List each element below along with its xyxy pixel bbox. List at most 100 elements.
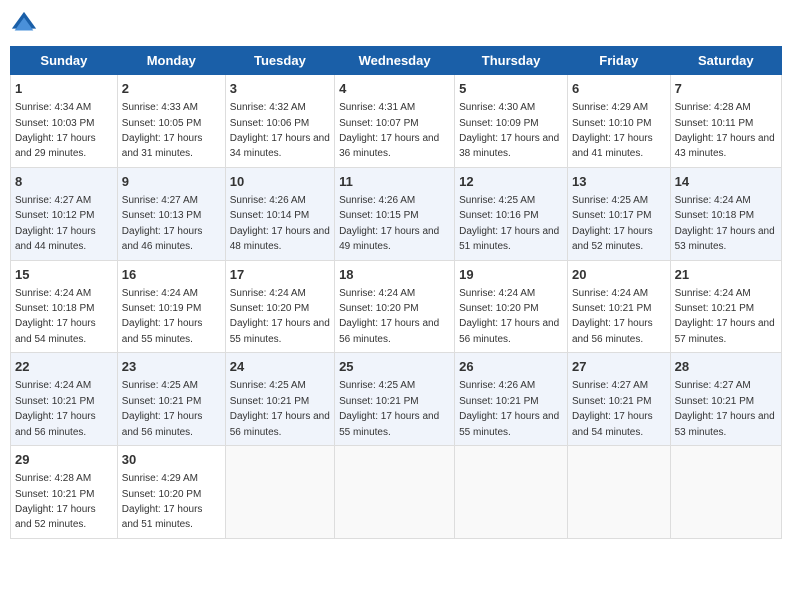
day-number: 12 bbox=[459, 173, 563, 191]
calendar-cell: 15 Sunrise: 4:24 AMSunset: 10:18 PMDayli… bbox=[11, 260, 118, 353]
day-info: Sunrise: 4:26 AMSunset: 10:14 PMDaylight… bbox=[230, 195, 330, 252]
day-info: Sunrise: 4:29 AMSunset: 10:10 PMDaylight… bbox=[572, 102, 653, 159]
calendar-cell: 11 Sunrise: 4:26 AMSunset: 10:15 PMDayli… bbox=[335, 167, 455, 260]
day-number: 8 bbox=[15, 173, 113, 191]
calendar-table: Sunday Monday Tuesday Wednesday Thursday… bbox=[10, 46, 782, 539]
calendar-cell: 5 Sunrise: 4:30 AMSunset: 10:09 PMDaylig… bbox=[455, 75, 568, 168]
col-monday: Monday bbox=[117, 47, 225, 75]
calendar-cell: 23 Sunrise: 4:25 AMSunset: 10:21 PMDayli… bbox=[117, 353, 225, 446]
day-info: Sunrise: 4:27 AMSunset: 10:21 PMDaylight… bbox=[572, 380, 653, 437]
day-number: 29 bbox=[15, 451, 113, 469]
calendar-cell: 4 Sunrise: 4:31 AMSunset: 10:07 PMDaylig… bbox=[335, 75, 455, 168]
day-number: 5 bbox=[459, 80, 563, 98]
calendar-cell: 19 Sunrise: 4:24 AMSunset: 10:20 PMDayli… bbox=[455, 260, 568, 353]
day-info: Sunrise: 4:28 AMSunset: 10:11 PMDaylight… bbox=[675, 102, 775, 159]
col-saturday: Saturday bbox=[670, 47, 781, 75]
day-number: 26 bbox=[459, 358, 563, 376]
day-info: Sunrise: 4:27 AMSunset: 10:13 PMDaylight… bbox=[122, 195, 203, 252]
day-number: 6 bbox=[572, 80, 666, 98]
day-info: Sunrise: 4:27 AMSunset: 10:21 PMDaylight… bbox=[675, 380, 775, 437]
day-info: Sunrise: 4:25 AMSunset: 10:17 PMDaylight… bbox=[572, 195, 653, 252]
calendar-cell: 16 Sunrise: 4:24 AMSunset: 10:19 PMDayli… bbox=[117, 260, 225, 353]
col-wednesday: Wednesday bbox=[335, 47, 455, 75]
day-info: Sunrise: 4:24 AMSunset: 10:20 PMDaylight… bbox=[339, 288, 439, 345]
calendar-cell: 26 Sunrise: 4:26 AMSunset: 10:21 PMDayli… bbox=[455, 353, 568, 446]
day-info: Sunrise: 4:26 AMSunset: 10:15 PMDaylight… bbox=[339, 195, 439, 252]
day-number: 13 bbox=[572, 173, 666, 191]
day-number: 1 bbox=[15, 80, 113, 98]
calendar-container: Sunday Monday Tuesday Wednesday Thursday… bbox=[10, 10, 782, 539]
day-info: Sunrise: 4:27 AMSunset: 10:12 PMDaylight… bbox=[15, 195, 96, 252]
day-info: Sunrise: 4:24 AMSunset: 10:21 PMDaylight… bbox=[15, 380, 96, 437]
calendar-cell: 10 Sunrise: 4:26 AMSunset: 10:14 PMDayli… bbox=[225, 167, 334, 260]
day-number: 18 bbox=[339, 266, 450, 284]
calendar-cell: 30 Sunrise: 4:29 AMSunset: 10:20 PMDayli… bbox=[117, 446, 225, 539]
day-number: 24 bbox=[230, 358, 330, 376]
week-row: 29 Sunrise: 4:28 AMSunset: 10:21 PMDayli… bbox=[11, 446, 782, 539]
calendar-cell: 21 Sunrise: 4:24 AMSunset: 10:21 PMDayli… bbox=[670, 260, 781, 353]
week-row: 22 Sunrise: 4:24 AMSunset: 10:21 PMDayli… bbox=[11, 353, 782, 446]
calendar-cell: 1 Sunrise: 4:34 AMSunset: 10:03 PMDaylig… bbox=[11, 75, 118, 168]
day-number: 3 bbox=[230, 80, 330, 98]
day-number: 20 bbox=[572, 266, 666, 284]
day-info: Sunrise: 4:25 AMSunset: 10:21 PMDaylight… bbox=[122, 380, 203, 437]
calendar-cell: 3 Sunrise: 4:32 AMSunset: 10:06 PMDaylig… bbox=[225, 75, 334, 168]
calendar-cell bbox=[225, 446, 334, 539]
day-info: Sunrise: 4:28 AMSunset: 10:21 PMDaylight… bbox=[15, 473, 96, 530]
day-info: Sunrise: 4:24 AMSunset: 10:20 PMDaylight… bbox=[459, 288, 559, 345]
calendar-cell: 2 Sunrise: 4:33 AMSunset: 10:05 PMDaylig… bbox=[117, 75, 225, 168]
day-info: Sunrise: 4:25 AMSunset: 10:21 PMDaylight… bbox=[230, 380, 330, 437]
day-info: Sunrise: 4:32 AMSunset: 10:06 PMDaylight… bbox=[230, 102, 330, 159]
logo-icon bbox=[10, 10, 38, 38]
day-number: 28 bbox=[675, 358, 777, 376]
col-sunday: Sunday bbox=[11, 47, 118, 75]
calendar-cell: 22 Sunrise: 4:24 AMSunset: 10:21 PMDayli… bbox=[11, 353, 118, 446]
calendar-cell: 27 Sunrise: 4:27 AMSunset: 10:21 PMDayli… bbox=[567, 353, 670, 446]
calendar-cell: 29 Sunrise: 4:28 AMSunset: 10:21 PMDayli… bbox=[11, 446, 118, 539]
calendar-cell: 17 Sunrise: 4:24 AMSunset: 10:20 PMDayli… bbox=[225, 260, 334, 353]
day-info: Sunrise: 4:29 AMSunset: 10:20 PMDaylight… bbox=[122, 473, 203, 530]
calendar-cell: 25 Sunrise: 4:25 AMSunset: 10:21 PMDayli… bbox=[335, 353, 455, 446]
week-row: 1 Sunrise: 4:34 AMSunset: 10:03 PMDaylig… bbox=[11, 75, 782, 168]
calendar-cell: 12 Sunrise: 4:25 AMSunset: 10:16 PMDayli… bbox=[455, 167, 568, 260]
day-info: Sunrise: 4:31 AMSunset: 10:07 PMDaylight… bbox=[339, 102, 439, 159]
day-number: 17 bbox=[230, 266, 330, 284]
calendar-cell: 7 Sunrise: 4:28 AMSunset: 10:11 PMDaylig… bbox=[670, 75, 781, 168]
col-tuesday: Tuesday bbox=[225, 47, 334, 75]
calendar-cell: 14 Sunrise: 4:24 AMSunset: 10:18 PMDayli… bbox=[670, 167, 781, 260]
calendar-cell bbox=[670, 446, 781, 539]
day-info: Sunrise: 4:24 AMSunset: 10:21 PMDaylight… bbox=[572, 288, 653, 345]
day-number: 9 bbox=[122, 173, 221, 191]
calendar-cell bbox=[455, 446, 568, 539]
header bbox=[10, 10, 782, 38]
logo bbox=[10, 10, 42, 38]
day-number: 22 bbox=[15, 358, 113, 376]
calendar-cell: 20 Sunrise: 4:24 AMSunset: 10:21 PMDayli… bbox=[567, 260, 670, 353]
day-number: 14 bbox=[675, 173, 777, 191]
calendar-cell: 6 Sunrise: 4:29 AMSunset: 10:10 PMDaylig… bbox=[567, 75, 670, 168]
day-info: Sunrise: 4:24 AMSunset: 10:20 PMDaylight… bbox=[230, 288, 330, 345]
day-number: 25 bbox=[339, 358, 450, 376]
day-info: Sunrise: 4:25 AMSunset: 10:16 PMDaylight… bbox=[459, 195, 559, 252]
calendar-cell: 8 Sunrise: 4:27 AMSunset: 10:12 PMDaylig… bbox=[11, 167, 118, 260]
day-number: 15 bbox=[15, 266, 113, 284]
day-number: 21 bbox=[675, 266, 777, 284]
day-number: 10 bbox=[230, 173, 330, 191]
calendar-cell: 28 Sunrise: 4:27 AMSunset: 10:21 PMDayli… bbox=[670, 353, 781, 446]
day-info: Sunrise: 4:24 AMSunset: 10:18 PMDaylight… bbox=[15, 288, 96, 345]
day-number: 30 bbox=[122, 451, 221, 469]
day-info: Sunrise: 4:34 AMSunset: 10:03 PMDaylight… bbox=[15, 102, 96, 159]
day-info: Sunrise: 4:24 AMSunset: 10:21 PMDaylight… bbox=[675, 288, 775, 345]
day-info: Sunrise: 4:24 AMSunset: 10:18 PMDaylight… bbox=[675, 195, 775, 252]
calendar-cell: 18 Sunrise: 4:24 AMSunset: 10:20 PMDayli… bbox=[335, 260, 455, 353]
calendar-cell: 9 Sunrise: 4:27 AMSunset: 10:13 PMDaylig… bbox=[117, 167, 225, 260]
day-info: Sunrise: 4:30 AMSunset: 10:09 PMDaylight… bbox=[459, 102, 559, 159]
day-number: 23 bbox=[122, 358, 221, 376]
day-number: 4 bbox=[339, 80, 450, 98]
day-info: Sunrise: 4:26 AMSunset: 10:21 PMDaylight… bbox=[459, 380, 559, 437]
day-number: 11 bbox=[339, 173, 450, 191]
day-info: Sunrise: 4:24 AMSunset: 10:19 PMDaylight… bbox=[122, 288, 203, 345]
day-info: Sunrise: 4:25 AMSunset: 10:21 PMDaylight… bbox=[339, 380, 439, 437]
calendar-cell: 24 Sunrise: 4:25 AMSunset: 10:21 PMDayli… bbox=[225, 353, 334, 446]
header-row: Sunday Monday Tuesday Wednesday Thursday… bbox=[11, 47, 782, 75]
